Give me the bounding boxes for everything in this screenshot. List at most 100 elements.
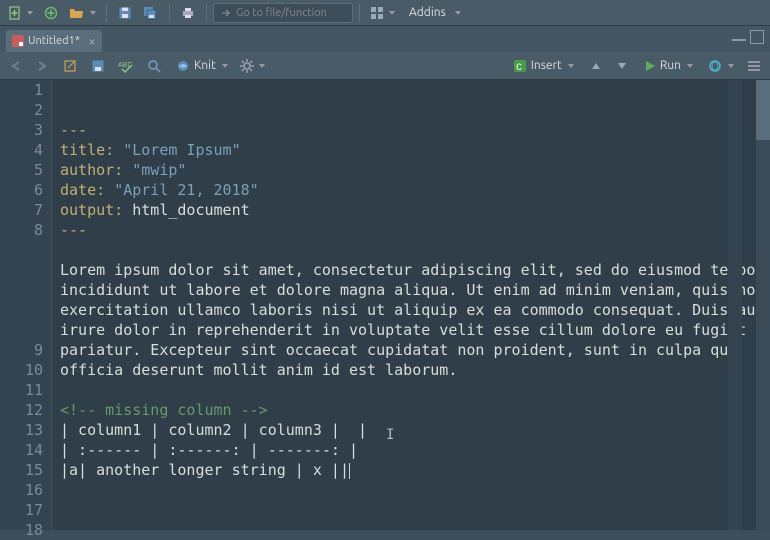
code-line[interactable]: |a| another longer string | x ||	[60, 460, 770, 480]
code-line[interactable]: exercitation ullamco laboris nisi ut ali…	[60, 300, 770, 320]
chevron-down-icon	[27, 11, 33, 15]
toolbar-separator	[206, 4, 207, 22]
svg-text:ABC: ABC	[118, 62, 132, 69]
back-button[interactable]	[4, 55, 28, 77]
code-line[interactable]: | :------ | :------: | -------: |	[60, 440, 770, 460]
main-toolbar: Go to file/function Addins	[0, 0, 770, 26]
code-line[interactable]	[60, 480, 770, 500]
code-line[interactable]: Lorem ipsum dolor sit amet, consectetur …	[60, 260, 770, 280]
code-line[interactable]: ---	[60, 220, 770, 240]
publish-button[interactable]	[703, 55, 738, 77]
scrollbar-thumb[interactable]	[756, 80, 770, 140]
line-number: 5	[0, 160, 43, 180]
chevron-down-icon	[222, 64, 228, 68]
new-file-button[interactable]	[4, 2, 37, 24]
toolbar-separator	[359, 4, 360, 22]
code-line[interactable]: date: "April 21, 2018"	[60, 180, 770, 200]
knit-button[interactable]: Knit	[170, 55, 234, 77]
save-doc-button[interactable]	[86, 55, 110, 77]
insert-button[interactable]: C Insert	[507, 55, 580, 77]
line-number-gutter: 123456789101112131415161718	[0, 80, 52, 530]
chevron-down-icon	[259, 64, 265, 68]
knit-icon	[176, 59, 190, 73]
toolbar-separator	[106, 4, 107, 22]
addins-button[interactable]: Addins	[401, 2, 465, 24]
code-line[interactable]: incididunt ut labore et dolore magna ali…	[60, 280, 770, 300]
code-line[interactable]: officia deserunt mollit anim id est labo…	[60, 360, 770, 380]
line-number: 14	[0, 440, 43, 460]
line-number: 4	[0, 140, 43, 160]
insert-label: Insert	[531, 59, 562, 72]
run-icon	[644, 60, 656, 72]
line-number: 16	[0, 480, 43, 500]
goto-file-function-input[interactable]: Go to file/function	[213, 3, 353, 23]
save-all-button[interactable]	[139, 2, 163, 24]
open-file-button[interactable]	[65, 2, 100, 24]
minimize-pane-button[interactable]	[732, 39, 746, 41]
editor-toolbar: ABC Knit C Insert Run	[0, 52, 770, 80]
rmarkdown-icon	[12, 35, 24, 47]
insert-chunk-icon: C	[513, 59, 527, 73]
code-line[interactable]	[60, 240, 770, 260]
line-number: 13	[0, 420, 43, 440]
line-number: 12	[0, 400, 43, 420]
vertical-scrollbar[interactable]	[756, 80, 770, 530]
code-line[interactable]: author: "mwip"	[60, 160, 770, 180]
toolbar-separator	[169, 4, 170, 22]
line-number: 7	[0, 200, 43, 220]
document-tab[interactable]: Untitled1* ×	[6, 30, 102, 52]
line-number: 1	[0, 80, 43, 100]
line-number: 8	[0, 220, 43, 340]
code-editor[interactable]: 123456789101112131415161718 ---title: "L…	[0, 80, 770, 530]
chevron-down-icon	[389, 11, 395, 15]
knit-label: Knit	[194, 59, 216, 72]
line-number: 17	[0, 500, 43, 520]
go-next-chunk-button[interactable]	[610, 55, 634, 77]
addins-label: Addins	[405, 6, 450, 19]
line-number: 3	[0, 120, 43, 140]
line-number: 2	[0, 100, 43, 120]
code-line[interactable]: pariatur. Excepteur sint occaecat cupida…	[60, 340, 770, 360]
chevron-down-icon	[568, 64, 574, 68]
show-in-new-window-button[interactable]	[58, 55, 82, 77]
code-line[interactable]: irure dolor in reprehenderit in voluptat…	[60, 320, 770, 340]
chevron-down-icon	[90, 11, 96, 15]
code-area[interactable]: ---title: "Lorem Ipsum"author: "mwip"dat…	[52, 80, 770, 530]
chevron-down-icon	[687, 64, 693, 68]
svg-text:C: C	[516, 63, 522, 73]
line-number: 9	[0, 340, 43, 360]
document-tab-bar: Untitled1* ×	[0, 26, 770, 52]
save-button[interactable]	[113, 2, 137, 24]
document-options-button[interactable]	[236, 55, 269, 77]
line-number: 10	[0, 360, 43, 380]
spellcheck-button[interactable]: ABC	[114, 55, 140, 77]
code-line[interactable]: ---	[60, 120, 770, 140]
margin-guide	[728, 80, 742, 530]
print-button[interactable]	[176, 2, 200, 24]
tab-title: Untitled1*	[28, 35, 80, 47]
code-line[interactable]: <!-- missing column -->	[60, 400, 770, 420]
code-line[interactable]	[60, 500, 770, 520]
close-icon[interactable]: ×	[88, 33, 96, 49]
line-number: 6	[0, 180, 43, 200]
goto-placeholder: Go to file/function	[236, 7, 327, 19]
outline-button[interactable]	[742, 55, 766, 77]
code-line[interactable]: output: html_document	[60, 200, 770, 220]
code-line[interactable]	[60, 380, 770, 400]
new-project-button[interactable]	[39, 2, 63, 24]
line-number: 15	[0, 460, 43, 480]
maximize-pane-button[interactable]	[750, 30, 764, 44]
run-button[interactable]: Run	[638, 55, 699, 77]
arrow-right-icon	[220, 7, 232, 19]
run-label: Run	[660, 59, 681, 72]
chevron-down-icon	[728, 64, 734, 68]
code-line[interactable]: title: "Lorem Ipsum"	[60, 140, 770, 160]
text-cursor-icon: I	[386, 425, 394, 445]
code-line[interactable]: | column1 | column2 | column3 | |	[60, 420, 770, 440]
forward-button[interactable]	[30, 55, 54, 77]
code-line[interactable]	[60, 520, 770, 530]
find-replace-button[interactable]	[142, 55, 166, 77]
go-prev-chunk-button[interactable]	[584, 55, 608, 77]
chevron-down-icon	[455, 11, 461, 15]
grid-view-button[interactable]	[366, 2, 399, 24]
